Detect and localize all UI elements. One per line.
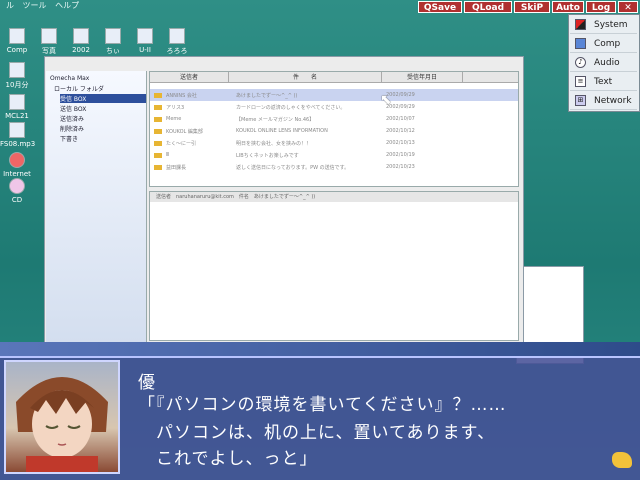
audio-button[interactable]: ♪ Audio	[570, 54, 637, 72]
music-file-icon	[9, 122, 25, 138]
folder-sent[interactable]: 送信済み	[60, 114, 146, 123]
envelope-icon	[154, 140, 162, 146]
document-icon	[169, 28, 185, 44]
dialog-line-3: これでよし、っと」	[138, 449, 318, 469]
speaker-icon: ♪	[575, 57, 586, 68]
character-portrait	[4, 360, 120, 474]
folder-tree: Omecha Max ローカル フォルダ 受信 BOX 送信 BOX 送信済み …	[46, 71, 147, 345]
app-title: Omecha Max	[50, 75, 90, 82]
folder-icon	[9, 62, 25, 78]
desktop-icon-cd[interactable]: CD	[0, 178, 34, 204]
desktop-icon-comp[interactable]: Comp	[0, 28, 34, 54]
folder-drafts[interactable]: 下書き	[60, 134, 146, 143]
cursor-icon: ⬉	[380, 92, 392, 108]
close-button[interactable]: ✕	[618, 1, 638, 13]
auto-button[interactable]: Auto	[552, 1, 584, 13]
text-icon: ≡	[575, 76, 586, 87]
computer-icon	[9, 28, 25, 44]
envelope-icon	[154, 128, 162, 134]
desktop-icon-2002[interactable]: 2002	[64, 28, 98, 54]
dialog-line-2: パソコンは、机の上に、置いてあります、	[138, 423, 496, 443]
skip-button[interactable]: SkiP	[514, 1, 550, 13]
column-sender[interactable]: 送信者	[150, 72, 229, 82]
cd-icon	[9, 178, 25, 194]
folder-icon	[73, 28, 89, 44]
envelope-icon	[154, 152, 162, 158]
table-row[interactable]: ANNINS 会社 あけましたでずー〜^_^ )) 2002/09/29	[150, 89, 518, 101]
table-row[interactable]: KOUKOL 編集部 KOUKOL ONLINE LENS INFORMATION…	[150, 125, 518, 137]
table-row[interactable]: Meme 【Meme メールマガジン No.46】 2002/10/07	[150, 113, 518, 125]
envelope-icon	[154, 116, 162, 122]
desktop-icon-mcl21[interactable]: MCL21	[0, 94, 34, 120]
menu-item-help[interactable]: ヘルプ	[55, 1, 79, 10]
internet-icon	[9, 152, 25, 168]
mail-window: Omecha Max ローカル フォルダ 受信 BOX 送信 BOX 送信済み …	[44, 56, 524, 346]
file-icon	[9, 94, 25, 110]
character-face-icon	[16, 377, 108, 472]
desktop-icon-rorororo[interactable]: ろろろ	[160, 28, 194, 56]
folder-trash[interactable]: 削除済み	[60, 124, 146, 133]
list-header: 送信者 件 名 受信年月日	[150, 72, 518, 83]
folder-icon	[41, 28, 57, 44]
text-button[interactable]: ≡ Text	[570, 73, 637, 91]
qload-button[interactable]: QLoad	[464, 1, 512, 13]
desktop-icon-chii[interactable]: ちぃ	[96, 28, 130, 56]
message-preview: 送信者 naruhanaruru@kit.com 件名 あけましたでずー〜^_^…	[149, 191, 519, 341]
comp-button[interactable]: Comp	[570, 35, 637, 53]
system-panel: System Comp ♪ Audio ≡ Text ⊞ Network	[568, 14, 640, 112]
table-row[interactable]: アリス3 カードローンの返済のしゃくをやべてください。 2002/09/29	[150, 101, 518, 113]
qsave-button[interactable]: QSave	[418, 1, 462, 13]
folder-local[interactable]: ローカル フォルダ	[54, 84, 146, 93]
menu-item-file[interactable]: ル	[6, 1, 14, 10]
column-date[interactable]: 受信年月日	[382, 72, 463, 82]
desktop-icon-mp3[interactable]: FS08.mp3	[0, 122, 35, 148]
system-icon	[575, 19, 586, 30]
desktop-icon-photo[interactable]: 写真	[32, 28, 66, 56]
preview-header: 送信者 naruhanaruru@kit.com 件名 あけましたでずー〜^_^…	[150, 192, 518, 202]
envelope-icon	[154, 104, 162, 110]
desktop-icon-october[interactable]: 10月分	[0, 62, 34, 90]
network-icon: ⊞	[575, 95, 586, 106]
table-row[interactable]: たく〜にー引 明日を挟む会社、女を挟みの！！ 2002/10/13	[150, 137, 518, 149]
menu-item-tools[interactable]: ツール	[23, 1, 47, 10]
column-subject[interactable]: 件 名	[229, 72, 382, 82]
table-row[interactable]: 益田課長 返しく送信日になっております。PW の送信です。 2002/10/23	[150, 161, 518, 173]
document-icon	[105, 28, 121, 44]
folder-inbox[interactable]: 受信 BOX	[60, 94, 146, 103]
message-list: 送信者 件 名 受信年月日 ANNINS 会社 あけましたでずー〜^_^ )) 20…	[149, 71, 519, 187]
desktop-icon-internet[interactable]: Internet	[0, 152, 34, 178]
dialog-line-1: 「『パソコンの環境を書いてください』？……	[138, 395, 507, 415]
game-control-bar	[0, 342, 640, 356]
page-wait-icon	[612, 452, 632, 468]
log-button[interactable]: Log	[586, 1, 616, 13]
desktop-icon-u2[interactable]: U-II	[128, 28, 162, 54]
monitor-icon	[575, 38, 586, 49]
document-icon	[137, 28, 153, 44]
envelope-icon	[154, 164, 162, 170]
system-button[interactable]: System	[570, 16, 637, 34]
envelope-icon	[154, 92, 162, 98]
table-row[interactable]: Ⅲ LIBちくネットお楽しみです 2002/10/19	[150, 149, 518, 161]
network-button[interactable]: ⊞ Network	[570, 92, 637, 110]
folder-outbox[interactable]: 送信 BOX	[60, 104, 146, 113]
